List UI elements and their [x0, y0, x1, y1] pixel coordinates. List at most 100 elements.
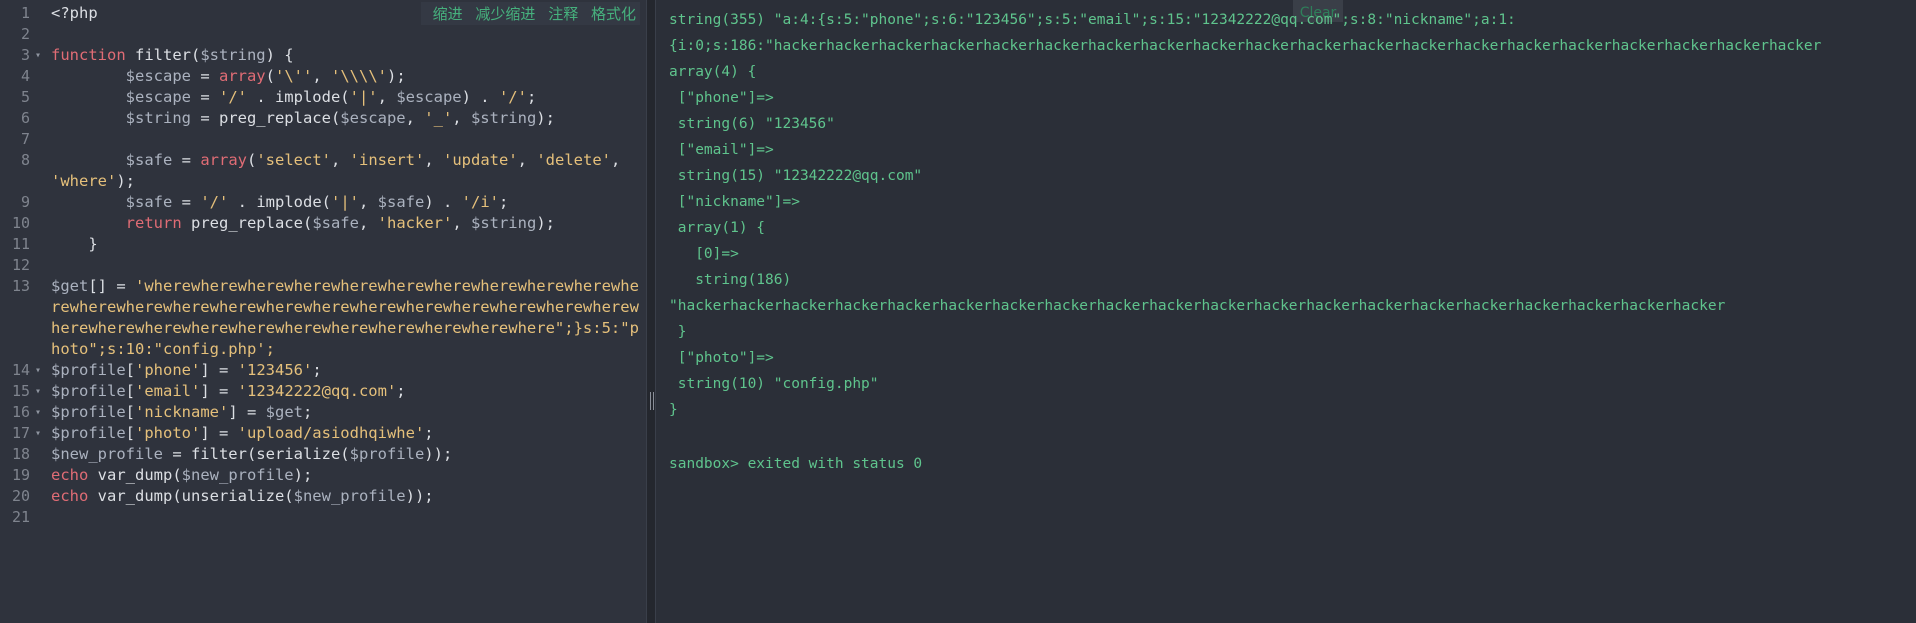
line-number: 5: [20, 88, 30, 106]
triangle-down-icon[interactable]: ▾: [35, 423, 41, 444]
output-line: "hackerhackerhackerhackerhackerhackerhac…: [669, 298, 1726, 314]
code-editor[interactable]: 缩进 减少缩进 注释 格式化 1 <?php 2 3 ▾ function filter…: [0, 0, 646, 623]
code-line[interactable]: 4 $escape = array('\'', '\\\\');: [0, 66, 646, 87]
code-token: ] =: [200, 382, 238, 400]
code-token: '/': [200, 193, 229, 211]
code-text: $get[] = 'wherewherewherewherewherewhere…: [51, 276, 640, 360]
triangle-down-icon[interactable]: ▾: [35, 360, 41, 381]
line-number: 18: [11, 445, 30, 463]
code-line[interactable]: 20 echo var_dump(unserialize($new_profile…: [0, 486, 646, 507]
line-number: 7: [20, 130, 30, 148]
code-line[interactable]: 7: [0, 129, 646, 150]
code-token: $profile: [51, 403, 126, 421]
code-token: [: [125, 382, 135, 400]
line-number: 3: [20, 46, 30, 64]
code-token: =: [172, 193, 201, 211]
code-line[interactable]: 5 $escape = '/' . implode('|', $escape) …: [0, 87, 646, 108]
code-line[interactable]: 3 ▾ function filter($string) {: [0, 45, 646, 66]
code-token: ] =: [200, 424, 238, 442]
splitter-grip-icon[interactable]: [650, 392, 654, 410]
code-line[interactable]: 21: [0, 507, 646, 528]
code-line[interactable]: 15 ▾ $profile['email'] = '12342222@qq.com'…: [0, 381, 646, 402]
code-token: <?php: [51, 4, 98, 22]
output-line: {i:0;s:186:"hackerhackerhackerhackerhack…: [669, 38, 1822, 54]
code-token: '\\\\': [331, 67, 387, 85]
code-token: ,: [452, 214, 471, 232]
code-line[interactable]: 10 return preg_replace($safe, 'hacker', …: [0, 213, 646, 234]
line-number: 11: [11, 235, 30, 253]
code-lines[interactable]: 1 <?php 2 3 ▾ function filter($string) {4 $e…: [0, 0, 646, 528]
format-button[interactable]: 格式化: [591, 5, 636, 23]
code-token: = preg_replace(: [190, 109, 341, 127]
triangle-down-icon[interactable]: ▾: [35, 402, 41, 423]
code-token: 'photo': [135, 424, 201, 442]
line-number: 2: [20, 25, 30, 43]
code-line[interactable]: 18 $new_profile = filter(serialize($profi…: [0, 444, 646, 465]
output-line: sandbox> exited with status 0: [669, 456, 923, 472]
code-line[interactable]: 13 $get[] = 'wherewherewherewherewherewhe…: [0, 276, 646, 360]
code-token: $escape: [340, 109, 406, 127]
indent-button[interactable]: 缩进: [433, 5, 463, 23]
code-token: $profile: [51, 361, 126, 379]
code-text: $safe = '/' . implode('|', $safe) . '/i'…: [51, 192, 646, 213]
code-line[interactable]: 6 $string = preg_replace($escape, '_', $…: [0, 108, 646, 129]
code-token: ) {: [265, 46, 294, 64]
editor-toolbar: 缩进 减少缩进 注释 格式化: [420, 2, 640, 25]
code-token: $safe: [51, 151, 173, 169]
comment-button[interactable]: 注释: [548, 5, 578, 23]
line-number: 19: [11, 466, 30, 484]
code-token: ,: [312, 67, 331, 85]
output-line: ["email"]=>: [669, 142, 774, 158]
line-number: 16: [11, 403, 30, 421]
code-line[interactable]: 19 echo var_dump($new_profile);: [0, 465, 646, 486]
code-line[interactable]: 14 ▾ $profile['phone'] = '123456';: [0, 360, 646, 381]
code-token: ;: [526, 88, 537, 106]
line-number: 20: [11, 487, 30, 505]
line-number: 4: [20, 67, 30, 85]
pane-splitter[interactable]: [646, 0, 656, 623]
code-token: 'update': [443, 151, 518, 169]
code-line[interactable]: 16 ▾ $profile['nickname'] = $get;: [0, 402, 646, 423]
line-number: 21: [11, 508, 30, 526]
code-line[interactable]: 9 $safe = '/' . implode('|', $safe) . '/…: [0, 192, 646, 213]
code-token: ) .: [424, 193, 462, 211]
code-line[interactable]: 12: [0, 255, 646, 276]
outdent-button[interactable]: 减少缩进: [475, 5, 535, 23]
code-token: ;: [312, 361, 322, 379]
code-token: echo: [51, 466, 89, 484]
code-line[interactable]: 8 $safe = array('select', 'insert', 'upd…: [0, 150, 646, 192]
code-token: $new_profile: [181, 466, 294, 484]
code-token: ;: [498, 193, 509, 211]
line-number: 9: [20, 193, 30, 211]
code-token: 'where': [51, 172, 117, 190]
code-token: '12342222@qq.com': [237, 382, 397, 400]
code-token: $string: [200, 46, 266, 64]
output-line: string(15) "12342222@qq.com": [669, 168, 923, 184]
code-token: );: [387, 67, 406, 85]
code-token: =: [172, 151, 201, 169]
triangle-down-icon[interactable]: ▾: [35, 381, 41, 402]
code-token: ,: [358, 193, 378, 211]
code-token: =: [190, 67, 219, 85]
code-token: $string: [51, 109, 191, 127]
code-line[interactable]: 11 }: [0, 234, 646, 255]
code-line[interactable]: 2: [0, 24, 646, 45]
code-token: ,: [358, 214, 378, 232]
code-token: 'phone': [135, 361, 201, 379]
code-token: ,: [517, 151, 537, 169]
code-token: ,: [377, 88, 397, 106]
code-token: ;: [424, 424, 434, 442]
output-console: Clear string(355) "a:4:{s:5:"phone";s:6:…: [657, 0, 1916, 623]
code-token: $new_profile: [293, 487, 406, 505]
code-token: ,: [424, 151, 443, 169]
output-line: ["photo"]=>: [669, 350, 774, 366]
code-token: 'hacker': [377, 214, 453, 232]
code-line[interactable]: 17 ▾ $profile['photo'] = 'upload/asiodhqiw…: [0, 423, 646, 444]
code-token: '|': [330, 193, 359, 211]
code-token: . implode(: [246, 88, 350, 106]
triangle-down-icon[interactable]: ▾: [35, 45, 41, 66]
code-token: return: [51, 214, 182, 232]
